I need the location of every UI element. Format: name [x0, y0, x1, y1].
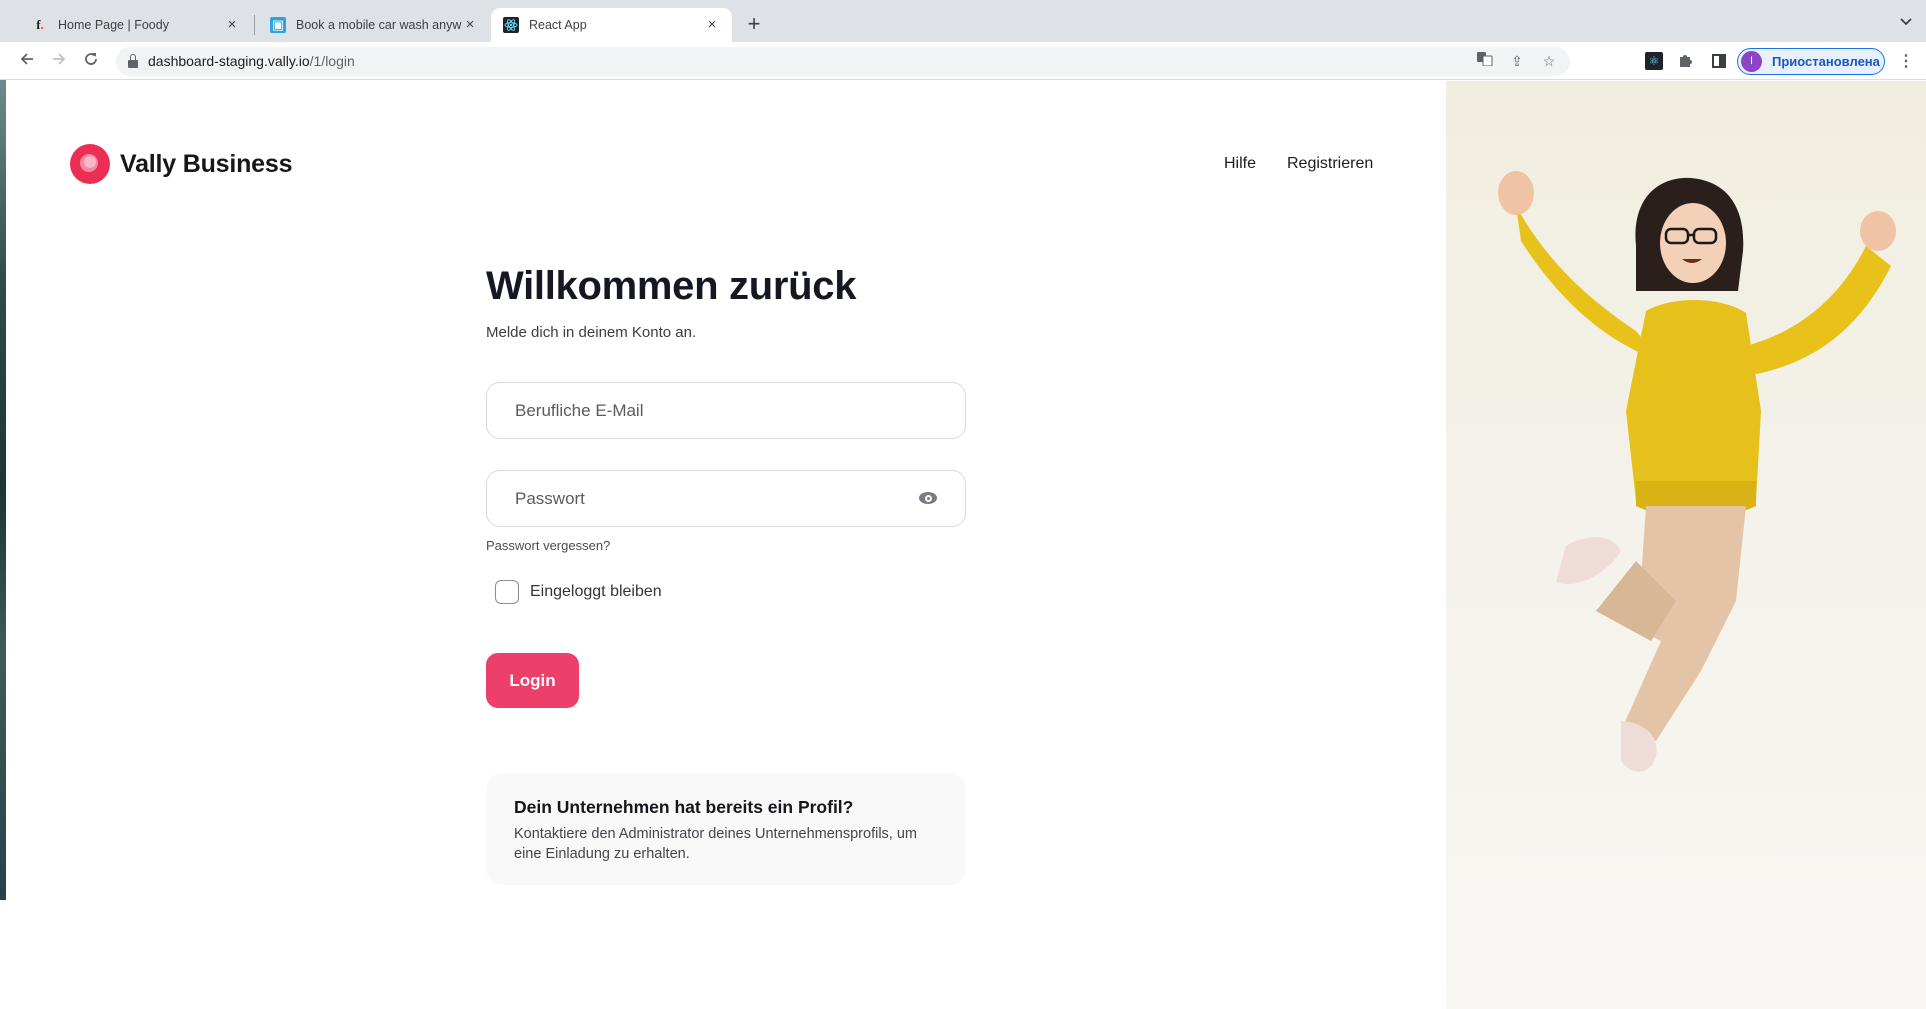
info-text: Kontaktiere den Administrator deines Unt… [514, 826, 917, 862]
jumping-character-illustration [1498, 171, 1896, 772]
tab-react-app[interactable]: React App × [491, 8, 732, 42]
tab-search-icon[interactable] [1900, 14, 1912, 29]
tab-title: Home Page | Foody [58, 18, 169, 32]
bookmark-star-icon[interactable]: ☆ [1540, 52, 1558, 70]
character-right-arm [1746, 246, 1891, 376]
back-button[interactable] [16, 50, 38, 72]
extensions-puzzle-icon[interactable] [1677, 52, 1695, 70]
browser-tab-strip: f. Home Page | Foody × ▣ Book a mobile c… [0, 0, 1926, 42]
lock-icon [128, 54, 138, 68]
login-button[interactable]: Login [486, 653, 579, 708]
share-icon[interactable]: ⇪ [1508, 52, 1526, 70]
translate-icon[interactable] [1476, 52, 1494, 70]
avatar: I [1741, 51, 1762, 72]
close-icon[interactable]: × [224, 17, 240, 33]
arrow-right-icon [53, 53, 66, 65]
reload-button[interactable] [80, 50, 102, 72]
character-shoe-back [1556, 537, 1621, 585]
nav-help-link[interactable]: Hilfe [1224, 155, 1256, 173]
tab-foody[interactable]: f. Home Page | Foody × [20, 8, 252, 42]
company-profile-info-card: Dein Unternehmen hat bereits ein Profil?… [486, 773, 966, 885]
brand-logo[interactable]: Vally Business [70, 144, 293, 184]
character-right-hand [1860, 211, 1896, 251]
email-field[interactable] [486, 382, 966, 439]
url-path: /1/login [309, 53, 355, 69]
page-title: Willkommen zurück [486, 264, 857, 308]
remember-me-label: Eingeloggt bleiben [530, 583, 662, 600]
close-icon[interactable]: × [462, 17, 478, 33]
brand-name: Vally Business [120, 149, 293, 178]
address-bar[interactable]: dashboard-staging.vally.io/1/login ☆ ⇪ [116, 47, 1570, 76]
browser-toolbar: dashboard-staging.vally.io/1/login ☆ ⇪ ⚛… [0, 42, 1926, 80]
tab-title: React App [529, 18, 587, 32]
vally-logo-icon [70, 144, 110, 184]
nav-register-link[interactable]: Registrieren [1287, 155, 1373, 173]
info-title: Dein Unternehmen hat bereits ein Profil? [514, 797, 854, 817]
browser-menu-icon[interactable]: ⋮ [1898, 51, 1914, 71]
remember-me-checkbox[interactable] [495, 580, 519, 604]
forward-button[interactable] [48, 50, 70, 72]
email-input[interactable] [515, 383, 915, 438]
remember-me[interactable]: Eingeloggt bleiben [495, 580, 662, 604]
react-icon [503, 17, 519, 33]
page-subtitle: Melde dich in deinem Konto an. [486, 324, 697, 341]
foody-f-icon: f. [36, 17, 44, 32]
show-password-eye-icon[interactable] [919, 491, 937, 505]
car-wash-icon: ▣ [270, 17, 286, 33]
arrow-left-icon [20, 53, 33, 65]
tab-title: Book a mobile car wash anywhere [296, 18, 462, 32]
close-icon[interactable]: × [704, 17, 720, 33]
new-tab-button[interactable]: + [744, 13, 764, 35]
password-input[interactable] [515, 471, 915, 526]
react-devtools-extension-icon[interactable]: ⚛ [1645, 52, 1663, 70]
tab-separator [254, 15, 255, 35]
forgot-password-link[interactable]: Passwort vergessen? [486, 538, 610, 553]
character-sweater [1626, 299, 1761, 513]
url-host: dashboard-staging.vally.io [148, 53, 310, 69]
character-left-hand [1498, 171, 1534, 215]
tab-car-wash[interactable]: ▣ Book a mobile car wash anywhere × [258, 8, 490, 42]
side-panel-icon[interactable] [1712, 54, 1726, 68]
reload-icon [85, 53, 97, 65]
url-text[interactable]: dashboard-staging.vally.io/1/login [148, 53, 355, 69]
profile-status: Приостановлена [1772, 54, 1880, 69]
password-field[interactable] [486, 470, 966, 527]
profile-button[interactable]: I Приостановлена [1737, 48, 1885, 75]
